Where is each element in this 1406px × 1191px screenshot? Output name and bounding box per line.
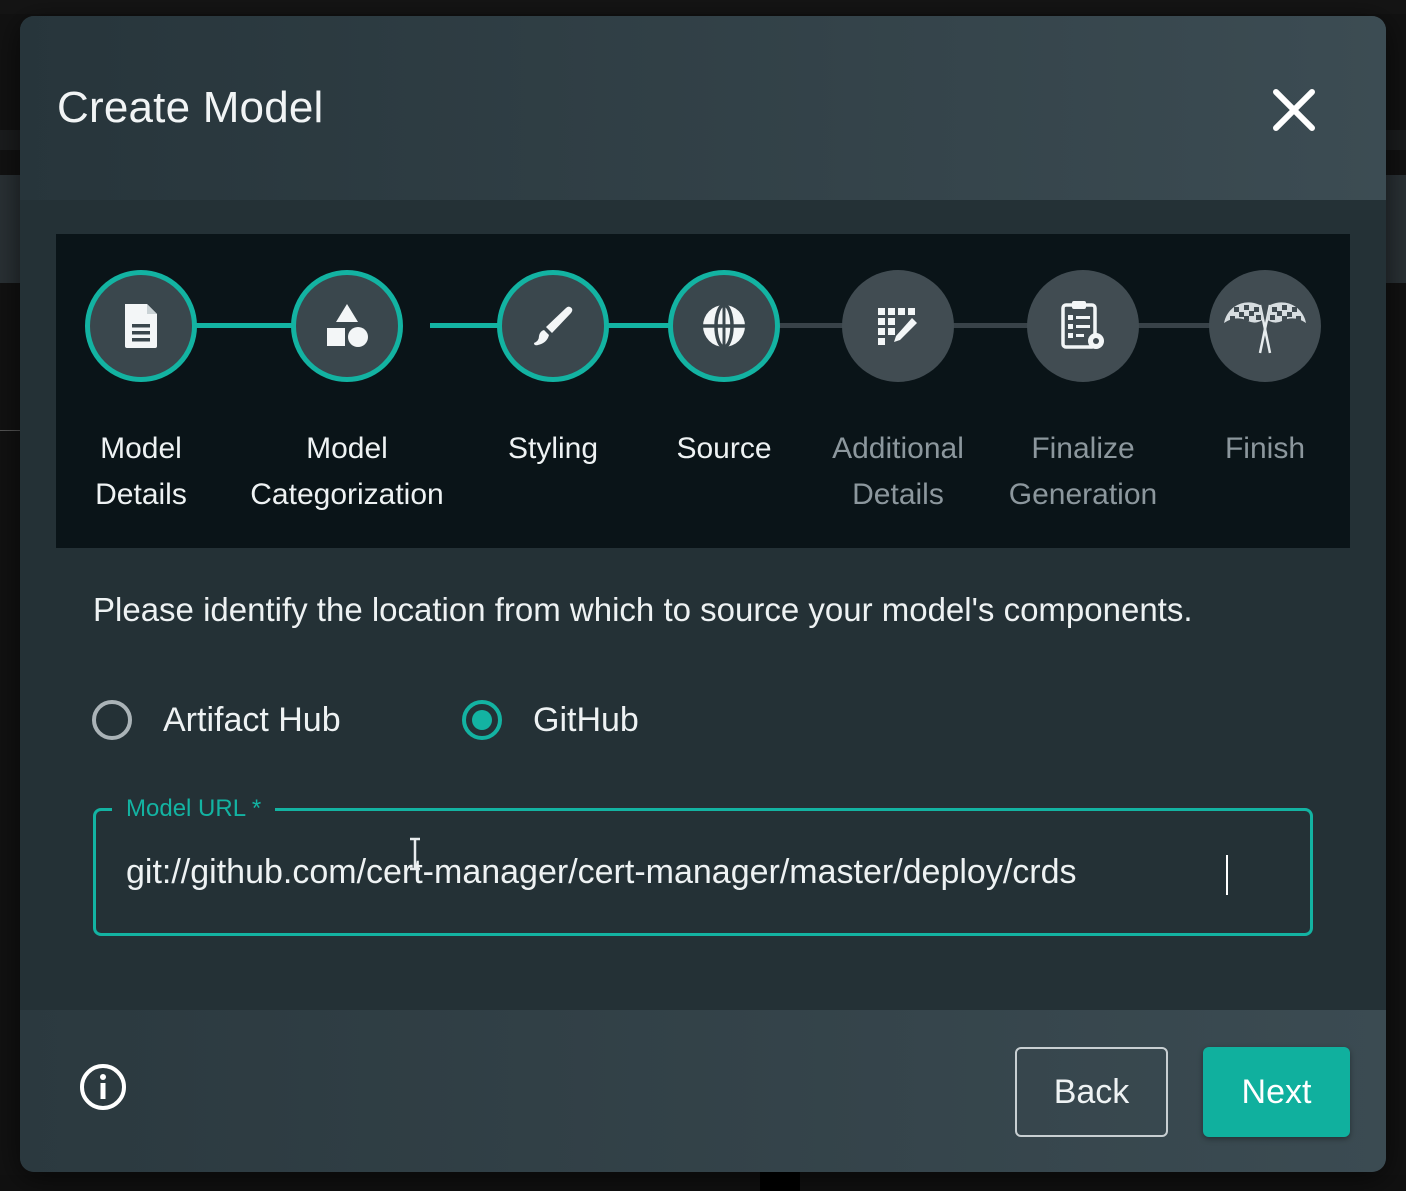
step-circle [291,270,403,382]
stepper: Model Details Model Categorization Styli… [56,234,1350,548]
model-url-label: Model URL * [112,794,276,824]
radio-button-unselected[interactable] [92,700,132,740]
next-button[interactable]: Next [1203,1047,1350,1137]
step-circle [842,270,954,382]
globe-icon [703,303,745,349]
source-instructions: Please identify the location from which … [93,591,1193,628]
shapes-icon [327,304,368,347]
grid-edit-icon [878,308,917,345]
step-circle [1027,270,1139,382]
step-finish[interactable]: Finish [1155,270,1375,472]
step-label: Source [676,432,772,465]
model-url-input[interactable] [126,843,1286,901]
step-label: Additional Details [832,432,964,511]
background-app-bar [0,0,1406,14]
step-label: Model Categorization [250,432,444,511]
ibeam-cursor-icon [410,837,420,871]
text-caret [1226,855,1228,895]
dialog-footer: Back Next [20,1010,1386,1172]
background-divider [0,430,20,431]
close-button[interactable] [1266,82,1322,138]
dialog-body: Model Details Model Categorization Styli… [20,200,1386,1010]
model-url-field[interactable]: Model URL * [93,794,1313,936]
radio-github[interactable]: GitHub [462,698,639,742]
back-button[interactable]: Back [1015,1047,1168,1137]
radio-artifact-hub[interactable]: Artifact Hub [92,698,341,742]
step-circle [85,270,197,382]
radio-label: GitHub [533,701,639,739]
step-model-details[interactable]: Model Details [31,270,251,518]
checkered-flags-icon [1224,302,1306,354]
step-model-categorization[interactable]: Model Categorization [237,270,457,518]
info-icon [80,1064,126,1110]
background-app-bar [0,1175,1406,1191]
step-circle [668,270,780,382]
create-model-dialog: Create Model Model Details Model Categor… [20,16,1386,1172]
step-circle [1209,270,1321,382]
radio-button-selected[interactable] [462,700,502,740]
document-icon [125,304,157,348]
step-label: Finish [1224,432,1306,465]
step-label: Styling [507,432,599,465]
close-icon [1273,89,1315,131]
source-radio-group: Artifact Hub GitHub [92,698,792,754]
info-button[interactable] [78,1062,128,1112]
step-label: Model Details [95,432,187,511]
background-element [760,1172,800,1191]
clipboard-gear-icon [1061,301,1104,349]
paintbrush-icon [534,306,573,346]
dialog-header: Create Model [20,16,1386,200]
step-label: Finalize Generation [1008,432,1158,511]
dialog-title: Create Model [57,83,324,132]
radio-label: Artifact Hub [163,701,341,739]
step-circle [497,270,609,382]
